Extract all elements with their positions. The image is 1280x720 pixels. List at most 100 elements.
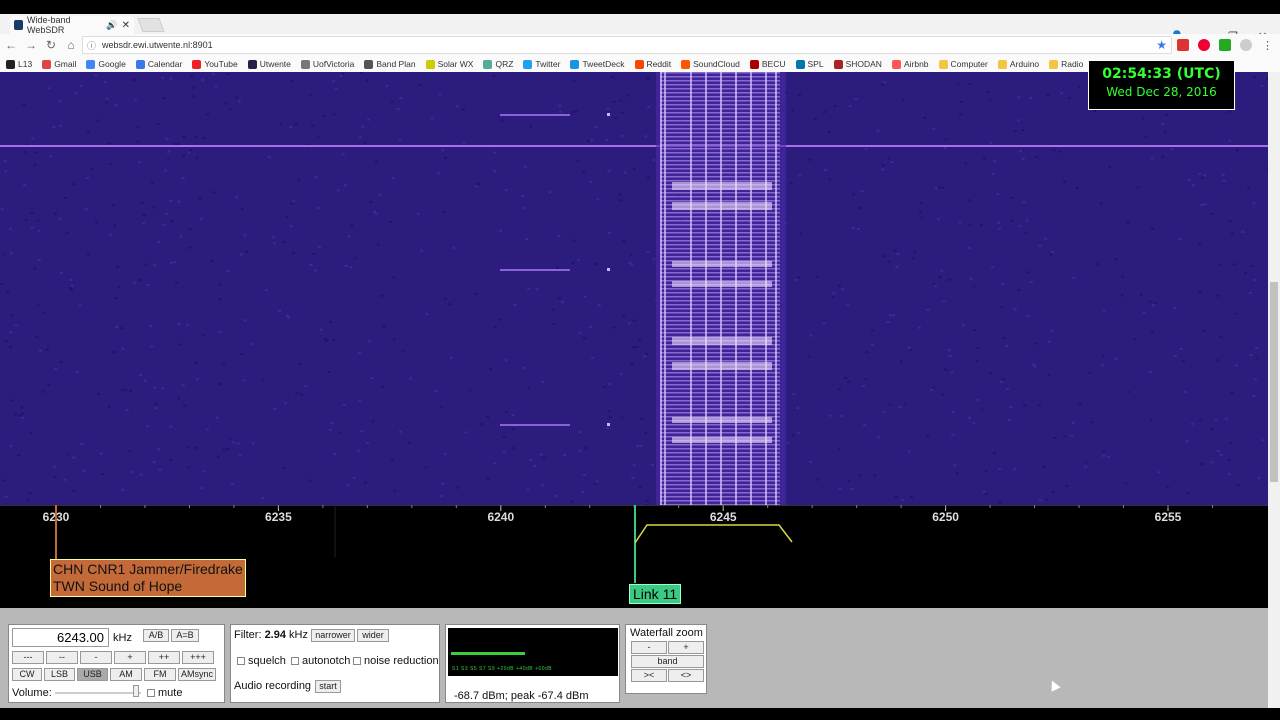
bookmark-gmail[interactable]: Gmail [42, 59, 76, 69]
mode-button-am[interactable]: AM [110, 668, 142, 681]
recording-start-button[interactable]: start [315, 680, 341, 693]
bookmark-twitter[interactable]: Twitter [523, 59, 560, 69]
step-button-2[interactable]: - [80, 651, 112, 664]
bookmark-spl[interactable]: SPL [795, 59, 824, 69]
bookmark-solar-wx[interactable]: Solar WX [425, 59, 474, 69]
step-button-1[interactable]: -- [46, 651, 78, 664]
reload-icon[interactable]: ↻ [42, 38, 60, 52]
vertical-scrollbar[interactable] [1268, 72, 1280, 708]
frequency-input[interactable] [12, 628, 109, 647]
wider-button[interactable]: wider [357, 629, 389, 642]
bookmark-l13[interactable]: L13 [6, 59, 32, 69]
bookmark-band-plan[interactable]: Band Plan [364, 59, 416, 69]
ab-button[interactable]: A/B [143, 629, 169, 642]
waterfall-noise-speck [882, 410, 886, 413]
waterfall-noise-speck [528, 459, 532, 462]
mode-button-amsync[interactable]: AMsync [178, 668, 216, 681]
bookmark-star-icon[interactable]: ★ [1156, 38, 1167, 52]
zoom-in-button[interactable]: + [668, 641, 704, 654]
waterfall-noise-speck [1136, 186, 1140, 189]
bookmark-uofvictoria[interactable]: UofVictoria [300, 59, 354, 69]
audio-playing-icon[interactable]: 🔊 [106, 20, 117, 31]
waterfall-canvas[interactable] [0, 72, 1268, 505]
waterfall-noise-speck [84, 208, 88, 211]
bookmark-reddit[interactable]: Reddit [634, 59, 671, 69]
bookmark-shodan[interactable]: SHODAN [833, 59, 882, 69]
bookmark-tweetdeck[interactable]: TweetDeck [570, 59, 625, 69]
waterfall-display[interactable] [0, 72, 1268, 505]
waterfall-noise-speck [1017, 96, 1021, 99]
zoom-wide-button[interactable]: <> [668, 669, 704, 682]
waterfall-noise-speck [21, 412, 25, 415]
volume-slider-handle[interactable] [133, 685, 139, 697]
mode-button-fm[interactable]: FM [144, 668, 176, 681]
waterfall-signal-burst [672, 281, 772, 287]
bookmark-becu[interactable]: BECU [749, 59, 786, 69]
noise-reduction-row[interactable]: noise reduction [353, 655, 439, 667]
browser-tab[interactable]: Wide-band WebSDR 🔊 ✕ [10, 15, 134, 35]
forward-icon[interactable]: → [22, 38, 40, 52]
bookmark-soundcloud[interactable]: SoundCloud [681, 59, 740, 69]
squelch-row[interactable]: squelch [237, 655, 286, 667]
waterfall-noise-speck [651, 463, 655, 466]
autonotch-row[interactable]: autonotch [291, 655, 350, 667]
bookmark-radio[interactable]: Radio [1049, 59, 1083, 69]
squelch-checkbox[interactable] [237, 657, 245, 665]
waterfall-noise-speck [153, 264, 157, 267]
waterfall-noise-speck [1059, 92, 1063, 95]
address-bar[interactable]: ⓘ websdr.ewi.utwente.nl:8901 ★ [82, 36, 1172, 54]
opera-extension-icon[interactable] [1198, 39, 1210, 51]
waterfall-noise-speck [1011, 196, 1015, 199]
extension-gray-icon[interactable] [1240, 39, 1252, 51]
bookmark-airbnb[interactable]: Airbnb [891, 59, 929, 69]
waterfall-noise-speck [474, 185, 478, 188]
bookmark-qrz[interactable]: QRZ [483, 59, 513, 69]
site-info-icon[interactable]: ⓘ [87, 39, 96, 52]
bookmark-google[interactable]: Google [86, 59, 126, 69]
narrower-button[interactable]: narrower [311, 629, 355, 642]
frequency-scale[interactable]: 623062356240624562506255 CHN CNR1 Jammer… [0, 505, 1268, 608]
bookmark-label: Solar WX [437, 59, 474, 69]
bookmark-youtube[interactable]: YouTube [192, 59, 238, 69]
mode-button-usb[interactable]: USB [77, 668, 108, 681]
volume-slider-track[interactable] [55, 692, 141, 694]
zoom-out-button[interactable]: - [631, 641, 667, 654]
scrollbar-thumb[interactable] [1270, 282, 1278, 482]
link11-label[interactable]: Link 11 [629, 584, 682, 604]
chrome-menu-icon[interactable]: ⋮ [1262, 39, 1274, 52]
mute-checkbox[interactable] [147, 689, 155, 697]
bookmark-computer[interactable]: Computer [938, 59, 988, 69]
step-button-5[interactable]: +++ [182, 651, 214, 664]
mute-checkbox-row[interactable]: mute [147, 687, 182, 699]
close-tab-icon[interactable]: ✕ [122, 20, 130, 31]
noise-reduction-checkbox[interactable] [353, 657, 361, 665]
bookmark-utwente[interactable]: Utwente [247, 59, 291, 69]
extension-green-icon[interactable] [1219, 39, 1231, 51]
mode-button-lsb[interactable]: LSB [44, 668, 75, 681]
waterfall-noise-speck [441, 148, 445, 151]
extension-red-icon[interactable] [1177, 39, 1189, 51]
bookmark-calendar[interactable]: Calendar [135, 59, 182, 69]
step-button-3[interactable]: + [114, 651, 146, 664]
waterfall-noise-speck [218, 298, 222, 301]
waterfall-noise-speck [1178, 238, 1182, 241]
station-label[interactable]: CHN CNR1 Jammer/Firedrake TWN Sound of H… [50, 559, 246, 597]
waterfall-noise-speck [1021, 158, 1025, 161]
zoom-narrow-button[interactable]: >< [631, 669, 667, 682]
step-button-4[interactable]: ++ [148, 651, 180, 664]
back-icon[interactable]: ← [2, 38, 20, 52]
waterfall-noise-speck [448, 303, 452, 306]
waterfall-noise-speck [791, 109, 795, 112]
autonotch-checkbox[interactable] [291, 657, 299, 665]
zoom-band-button[interactable]: band [631, 655, 704, 668]
step-button-0[interactable]: --- [12, 651, 44, 664]
bookmark-arduino[interactable]: Arduino [997, 59, 1039, 69]
waterfall-noise-speck [211, 73, 215, 76]
new-tab-button[interactable] [137, 18, 165, 32]
home-icon[interactable]: ⌂ [62, 38, 80, 52]
waterfall-noise-speck [464, 431, 468, 434]
mode-button-cw[interactable]: CW [12, 668, 42, 681]
browser-tab-strip: Wide-band WebSDR 🔊 ✕ 👤 — ❐ ✕ [0, 14, 1280, 43]
waterfall-noise-speck [202, 136, 206, 139]
a-equals-b-button[interactable]: A=B [171, 629, 199, 642]
